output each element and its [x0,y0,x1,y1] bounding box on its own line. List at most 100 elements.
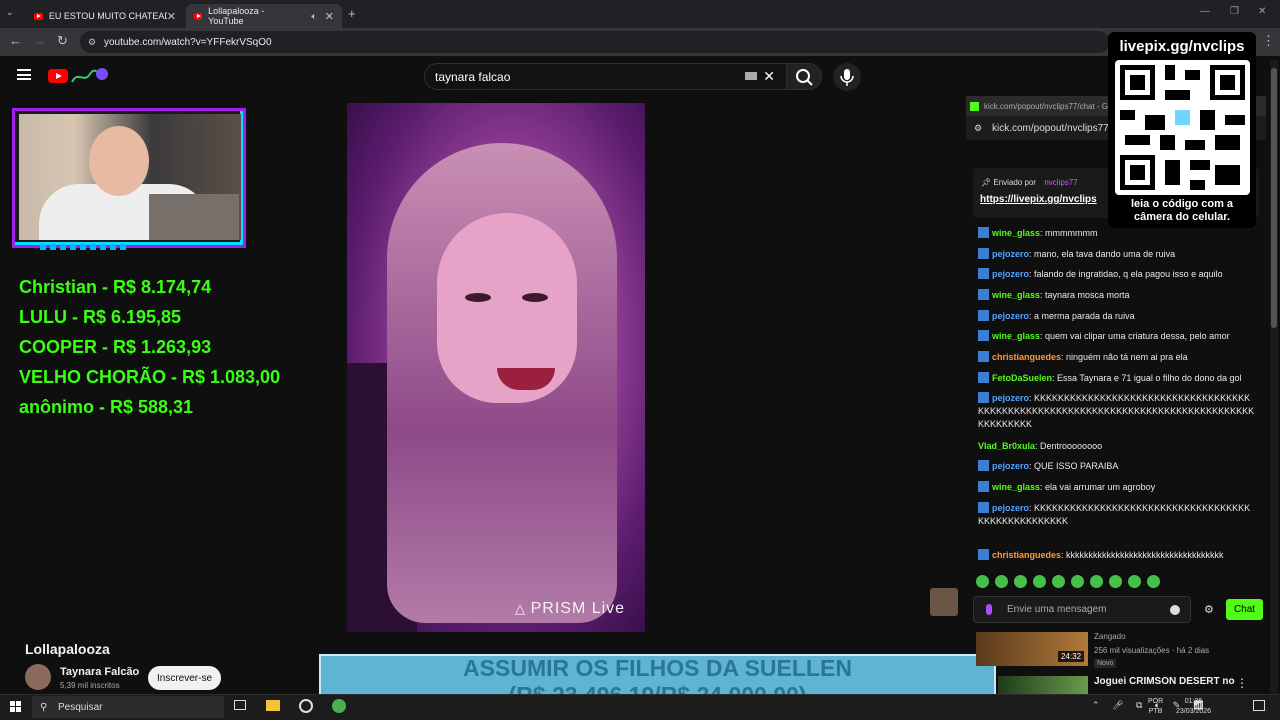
hamburger-menu-icon[interactable] [17,69,31,80]
windows-start-icon[interactable] [10,701,22,713]
back-icon[interactable]: ← [9,33,22,48]
chat-username[interactable]: wine_glass [992,482,1040,492]
chat-username[interactable]: pejozero [992,503,1029,513]
emote-icon[interactable] [1147,575,1160,588]
chrome-icon[interactable] [332,699,346,713]
subscriber-count: 5,39 mil inscritos [60,681,120,690]
subscriber-badge-icon [978,289,989,300]
chat-username[interactable]: Vlad_Br0xula [978,441,1035,451]
recommendation-title[interactable]: Joguei CRIMSON DESERT no [1094,676,1235,687]
tab-title: Lollapalooza - YouTube [208,6,265,26]
close-tab-icon[interactable]: ✕ [325,10,334,23]
browser-menu-icon[interactable]: ⋮ [1262,33,1275,49]
search-input[interactable]: taynara falcao ✕ [424,63,788,90]
chat-message: pejozero: KKKKKKKKKKKKKKKKKKKKKKKKKKKKKK… [978,392,1256,431]
pinned-link[interactable]: https://livepix.gg/nvclips [980,194,1097,205]
chat-username[interactable]: pejozero [992,311,1029,321]
chat-username[interactable]: wine_glass [992,331,1040,341]
tab-title: EU ESTOU MUITO CHATEADO [48,11,167,21]
channel-avatar[interactable] [25,664,51,690]
minimize-window-button[interactable]: — [1200,6,1210,17]
recommendation-thumbnail[interactable] [998,676,1088,696]
obs-icon[interactable] [299,699,313,713]
close-window-button[interactable]: ✕ [1258,6,1266,17]
video-title: Lollapalooza [25,641,110,657]
keyboard-icon[interactable] [745,72,757,80]
chat-message: wine_glass: mmmmmmm [978,227,1256,240]
chat-username[interactable]: pejozero [992,461,1029,471]
chat-send-button[interactable]: Chat [1226,599,1263,620]
chat-text: : taynara mosca morta [1040,290,1130,300]
chat-username[interactable]: wine_glass [992,290,1040,300]
chat-username[interactable]: wine_glass [992,228,1040,238]
chat-username[interactable]: christianguedes [992,352,1061,362]
qr-code-icon [1115,60,1250,195]
voice-search-button[interactable] [833,63,861,91]
search-input-value: taynara falcao [435,69,511,84]
site-info-icon[interactable]: ⚙ [88,37,96,48]
tab-lollapalooza[interactable]: Lollapalooza - YouTube 🔈︎ ✕ [186,4,342,28]
emote-icon[interactable] [1090,575,1103,588]
subscribe-button[interactable]: Inscrever-se [148,666,221,690]
emote-icon[interactable] [1014,575,1027,588]
file-explorer-icon[interactable] [266,700,280,711]
emote-icon[interactable] [1071,575,1084,588]
subscriber-badge-icon [978,310,989,321]
taskbar-search-placeholder: Pesquisar [58,701,103,713]
donor-line: anônimo - R$ 588,31 [19,397,194,417]
channel-name[interactable]: Taynara Falcão [60,666,139,678]
tab-list-button[interactable]: ⌄ [6,7,14,18]
chat-message: FetoDaSuelen: Essa Taynara e 71 igual o … [978,372,1256,385]
chat-username[interactable]: pejozero [992,249,1029,259]
chat-text: : mano, ela tava dando uma de ruiva [1029,249,1176,259]
subscriber-badge-icon [978,330,989,341]
emote-icon[interactable] [1052,575,1065,588]
microphone-icon[interactable] [986,604,992,615]
chat-settings-icon[interactable]: ⚙ [1204,603,1214,616]
more-options-icon[interactable]: ⋮ [1236,676,1248,690]
scrollbar-thumb[interactable] [1271,68,1277,328]
emote-icon[interactable] [1033,575,1046,588]
emote-icon[interactable] [1109,575,1122,588]
chat-message: pejozero: a merma parada da ruiva [978,310,1256,323]
taskbar-search[interactable]: ⚲ Pesquisar [32,696,224,718]
chat-text: : quem vai clipar uma criatura dessa, pe… [1040,331,1230,341]
kick-address-text: kick.com/popout/nvclips77/ [992,122,1112,134]
maximize-window-button[interactable]: ❐ [1230,6,1239,17]
emote-icon[interactable] [995,575,1008,588]
recommendation-channel[interactable]: Zangado [1094,632,1126,641]
tab-eu-estou-muito-chateado[interactable]: EU ESTOU MUITO CHATEADO ✕ [26,4,184,28]
video-player[interactable] [347,103,645,632]
chat-message-input[interactable]: Envie uma mensagem [973,596,1191,623]
url-bar[interactable]: ⚙ youtube.com/watch?v=YFFekrVSqO0 [80,31,1110,53]
emoji-picker-icon[interactable] [1170,605,1180,615]
clear-search-icon[interactable]: ✕ [763,68,775,85]
search-button[interactable] [786,63,822,90]
subscriber-badge-icon [978,351,989,362]
youtube-logo-icon[interactable] [48,69,68,83]
chat-username[interactable]: christianguedes [992,550,1061,560]
chat-username[interactable]: pejozero [992,393,1029,403]
prism-live-watermark: △ PRISM Live [515,600,625,618]
chat-username[interactable]: FetoDaSuelen [992,373,1052,383]
chat-message: wine_glass: taynara mosca morta [978,289,1256,302]
chat-message: pejozero: mano, ela tava dando uma de ru… [978,248,1256,261]
youtube-doodle-icon[interactable] [70,66,108,86]
donor-line: VELHO CHORÃO - R$ 1.083,00 [19,367,281,387]
input-language[interactable]: POR PTB [1148,697,1163,717]
taskbar-clock[interactable]: 01:36 23/03/2026 [1176,697,1211,717]
chat-username[interactable]: pejozero [992,269,1029,279]
new-tab-button[interactable]: + [348,6,356,21]
task-view-icon[interactable] [234,700,246,710]
close-tab-icon[interactable]: ✕ [167,10,176,23]
subscriber-badge-icon [978,268,989,279]
qr-caption: leia o código com a câmera do celular. [1108,198,1256,224]
emote-icon[interactable] [1128,575,1141,588]
reload-icon[interactable]: ↻ [57,33,68,49]
lang-line1: POR [1148,698,1164,705]
forward-icon[interactable]: → [33,33,46,48]
chat-message: pejozero: QUE ISSO PARAIBA [978,460,1256,473]
audio-playing-icon[interactable]: 🔈︎ [311,11,316,22]
notifications-icon[interactable] [1253,700,1265,711]
emote-icon[interactable] [976,575,989,588]
